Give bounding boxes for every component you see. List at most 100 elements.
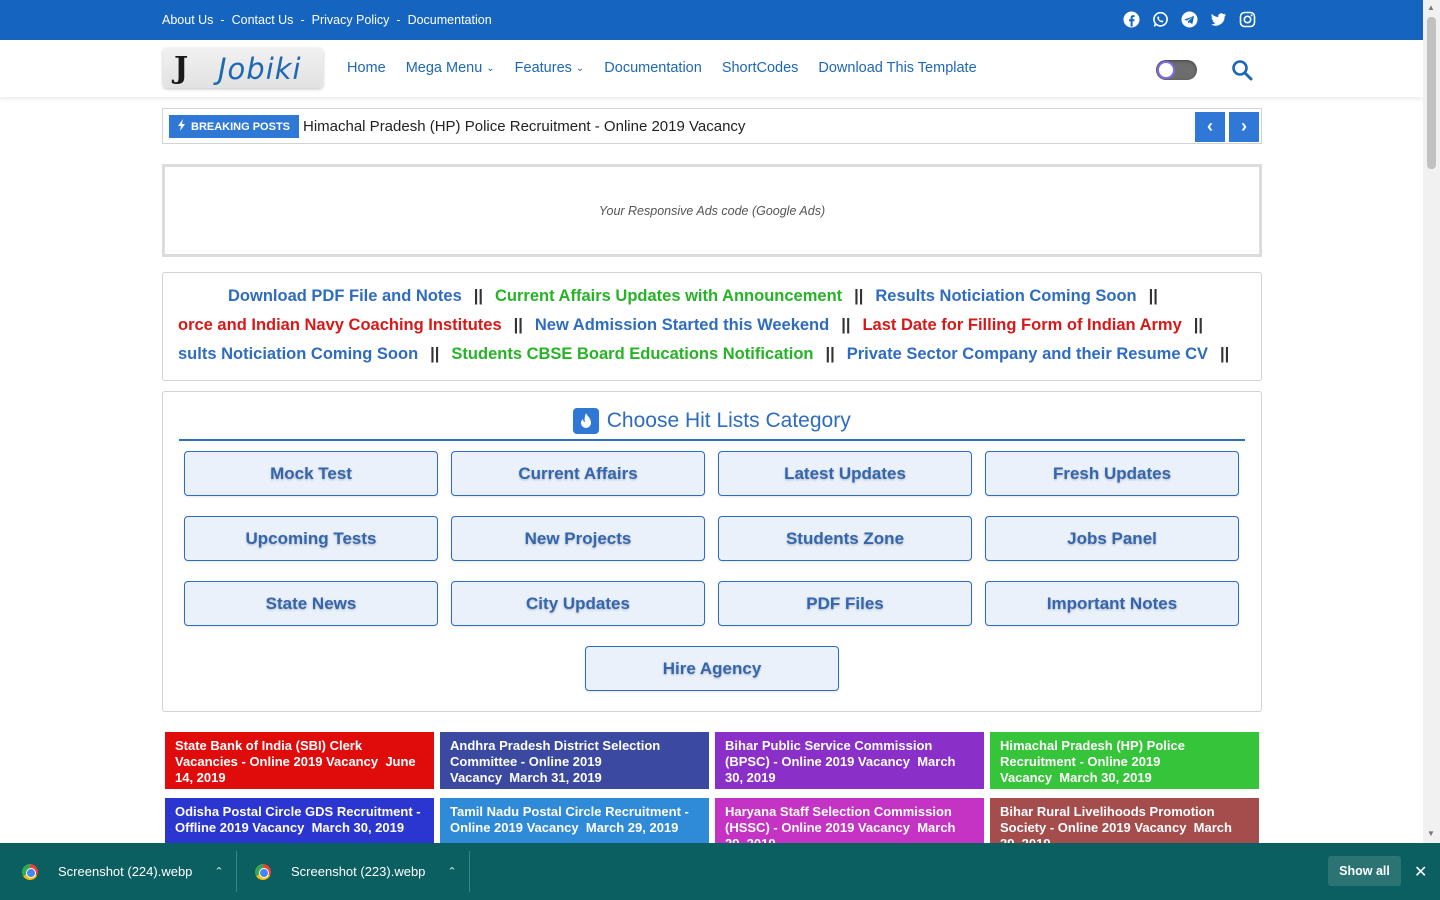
scrollbar-thumb[interactable] [1427,17,1436,169]
dark-mode-toggle[interactable] [1156,60,1197,80]
top-link-documentation[interactable]: Documentation [408,13,492,27]
lightning-icon [178,119,186,134]
top-links: About Us - Contact Us - Privacy Policy -… [162,13,492,27]
post-card-date: March 30, 2019 [1059,770,1152,785]
nav-home[interactable]: Home [347,60,386,76]
download-item[interactable]: Screenshot (223).webp ⌃ [255,843,457,900]
marquee-link[interactable]: Download PDF File and Notes [228,287,462,305]
telegram-icon[interactable] [1181,11,1198,28]
nav-mega-menu-label: Mega Menu [405,60,483,76]
hit-button-new-projects[interactable]: New Projects [451,516,705,561]
nav-documentation-label: Documentation [604,60,702,76]
nav-home-label: Home [347,60,386,76]
top-link-separator: - [220,13,225,27]
post-card[interactable]: Haryana Staff Selection Commission (HSSC… [715,798,984,843]
chevron-down-icon: ⌄ [486,62,495,74]
download-filename: Screenshot (224).webp [58,864,193,879]
chrome-icon [255,863,271,880]
hit-button-upcoming-tests[interactable]: Upcoming Tests [184,516,438,561]
download-divider [236,851,237,892]
hit-button-current-affairs[interactable]: Current Affairs [451,451,705,496]
facebook-icon[interactable] [1123,11,1140,28]
download-divider [469,851,470,892]
breaking-title[interactable]: Himachal Pradesh (HP) Police Recruitment… [303,118,745,135]
post-card-date: March 31, 2019 [509,770,602,785]
ad-placeholder-text: Your Responsive Ads code (Google Ads) [598,204,826,218]
hit-button-hire-agency[interactable]: Hire Agency [585,646,839,691]
download-item[interactable]: Screenshot (224).webp ⌃ [22,843,224,900]
hit-button-pdf-files[interactable]: PDF Files [718,581,972,626]
flame-icon [573,408,600,434]
top-link-contact[interactable]: Contact Us [232,13,294,27]
breaking-next-button[interactable]: › [1229,112,1259,142]
chevron-up-icon[interactable]: ⌃ [214,865,223,878]
marquee-link[interactable]: Last Date for Filling Form of Indian Arm… [862,316,1181,334]
nav-features[interactable]: Features ⌄ [515,60,585,76]
post-card[interactable]: Bihar Public Service Commission (BPSC) -… [715,732,984,789]
whatsapp-icon[interactable] [1152,11,1169,28]
breaking-posts-bar: BREAKING POSTS Himachal Pradesh (HP) Pol… [162,108,1262,144]
post-card[interactable]: Tamil Nadu Postal Circle Recruitment - O… [440,798,709,843]
marquee-separator: || [1148,287,1158,305]
top-bar: About Us - Contact Us - Privacy Policy -… [0,0,1423,40]
marquee-link[interactable]: Students CBSE Board Educations Notificat… [451,345,813,363]
nav-documentation[interactable]: Documentation [604,60,702,76]
show-all-button[interactable]: Show all [1328,856,1401,886]
top-link-separator: - [300,13,305,27]
hit-button-jobs-panel[interactable]: Jobs Panel [985,516,1239,561]
hit-button-city-updates[interactable]: City Updates [451,581,705,626]
post-card[interactable]: Bihar Rural Livelihoods Promotion Societ… [990,798,1259,843]
chrome-icon [22,863,38,880]
search-icon[interactable] [1231,59,1253,81]
marquee-link[interactable]: Private Sector Company and their Resume … [847,345,1208,363]
marquee-separator: || [473,287,483,305]
post-card[interactable]: Odisha Postal Circle GDS Recruitment - O… [165,798,434,843]
news-marquee: Download PDF File and Notes || Current Aff… [162,272,1262,381]
marquee-row-1-track: Download PDF File and Notes || Current Aff… [228,287,1170,306]
scroll-down-icon[interactable]: ▼ [1427,829,1435,838]
breaking-badge: BREAKING POSTS [169,115,300,138]
post-card-date: March 30, 2019 [311,820,405,835]
breaking-badge-label: BREAKING POSTS [191,120,291,133]
scroll-up-icon[interactable]: ▲ [1427,3,1435,12]
marquee-separator: || [513,316,523,334]
toggle-knob [1159,63,1173,77]
marquee-link[interactable]: Current Affairs Updates with Announcemen… [495,287,842,305]
logo-letter: J [174,51,189,86]
hit-button-mock-test[interactable]: Mock Test [184,451,438,496]
chevron-up-icon[interactable]: ⌃ [447,865,456,878]
marquee-link[interactable]: sults Noticiation Coming Soon [178,345,418,363]
marquee-row-1: Download PDF File and Notes || Current Aff… [178,287,1246,311]
breaking-prev-button[interactable]: ‹ [1195,112,1225,142]
top-link-privacy[interactable]: Privacy Policy [312,13,390,27]
instagram-icon[interactable] [1239,11,1256,28]
nav-shortcodes[interactable]: ShortCodes [722,60,799,76]
post-card[interactable]: Himachal Pradesh (HP) Police Recruitment… [990,732,1259,789]
close-icon[interactable]: ✕ [1414,862,1427,882]
nav-download-template[interactable]: Download This Template [818,60,976,76]
site-header: J Jobiki Home Mega Menu ⌄ Features ⌄ Docum… [0,40,1423,97]
marquee-link[interactable]: orce and Indian Navy Coaching Institutes [178,316,502,334]
hit-button-latest-updates[interactable]: Latest Updates [718,451,972,496]
logo-text: Jobiki [218,52,302,86]
twitter-icon[interactable] [1210,11,1227,28]
marquee-link[interactable]: Results Noticiation Coming Soon [875,287,1136,305]
marquee-link[interactable]: New Admission Started this Weekend [535,316,829,334]
post-card[interactable]: State Bank of India (SBI) Clerk Vacancie… [165,732,434,789]
top-link-about[interactable]: About Us [162,13,213,27]
marquee-row-2: orce and Indian Navy Coaching Institutes… [178,316,1246,340]
hit-button-important-notes[interactable]: Important Notes [985,581,1239,626]
hit-button-fresh-updates[interactable]: Fresh Updates [985,451,1239,496]
post-card-date: March 29, 2019 [585,820,679,835]
ad-slot: Your Responsive Ads code (Google Ads) [162,164,1262,257]
site-logo[interactable]: J Jobiki [163,48,323,88]
marquee-row-2-track: orce and Indian Navy Coaching Institutes… [178,316,1215,335]
marquee-separator: || [854,287,864,305]
nav-mega-menu[interactable]: Mega Menu ⌄ [406,60,495,76]
hit-button-state-news[interactable]: State News [184,581,438,626]
hit-button-students-zone[interactable]: Students Zone [718,516,972,561]
hit-list-panel: Choose Hit Lists Category Mock Test Curr… [162,391,1262,712]
post-card[interactable]: Andhra Pradesh District Selection Commit… [440,732,709,789]
nav-shortcodes-label: ShortCodes [721,60,799,76]
page-scrollbar[interactable]: ▲ ▼ [1423,0,1440,843]
